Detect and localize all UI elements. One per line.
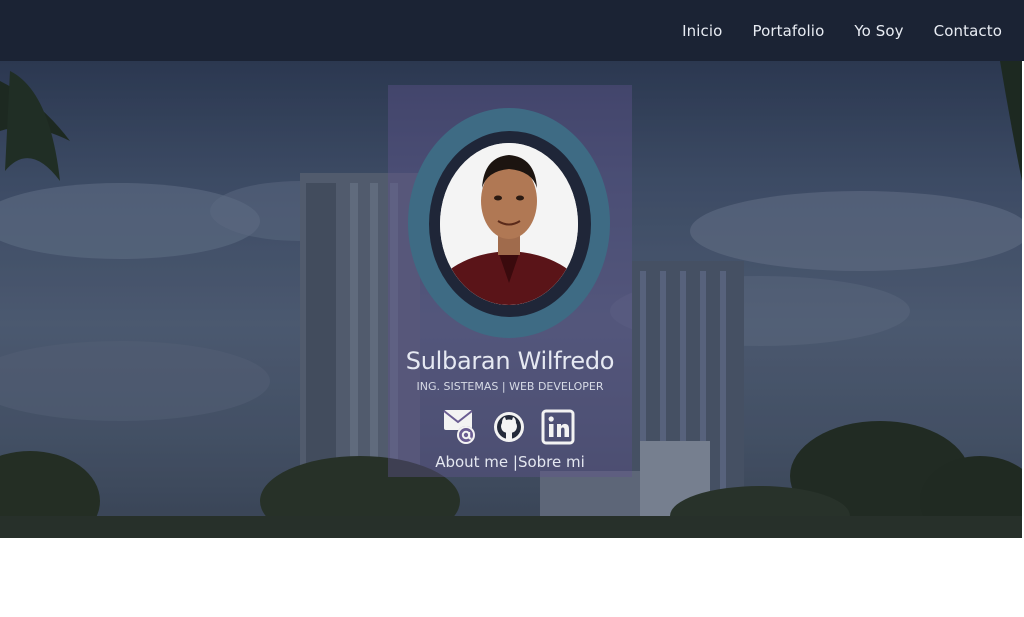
nav-link-inicio[interactable]: Inicio <box>682 22 722 40</box>
email-link[interactable] <box>443 408 479 446</box>
about-me-link[interactable]: About me |Sobre mi <box>388 453 632 471</box>
nav-link-yo-soy[interactable]: Yo Soy <box>854 22 903 40</box>
top-navbar: Inicio Portafolio Yo Soy Contacto <box>0 0 1024 61</box>
hero-section: Sulbaran Wilfredo ING. SISTEMAS | WEB DE… <box>0 61 1022 538</box>
mail-at-icon <box>443 410 475 444</box>
github-link[interactable] <box>492 408 528 446</box>
profile-role: ING. SISTEMAS | WEB DEVELOPER <box>416 380 604 393</box>
avatar-portrait <box>440 143 578 305</box>
nav-link-contacto[interactable]: Contacto <box>934 22 1002 40</box>
nav-menu: Inicio Portafolio Yo Soy Contacto <box>652 0 1002 61</box>
social-links <box>443 408 578 446</box>
avatar <box>440 143 578 305</box>
linkedin-icon <box>541 409 575 445</box>
github-icon <box>494 412 524 442</box>
nav-link-portafolio[interactable]: Portafolio <box>752 22 824 40</box>
linkedin-link[interactable] <box>541 408 577 446</box>
profile-name: Sulbaran Wilfredo <box>405 347 615 375</box>
profile-card: Sulbaran Wilfredo ING. SISTEMAS | WEB DE… <box>388 85 632 477</box>
